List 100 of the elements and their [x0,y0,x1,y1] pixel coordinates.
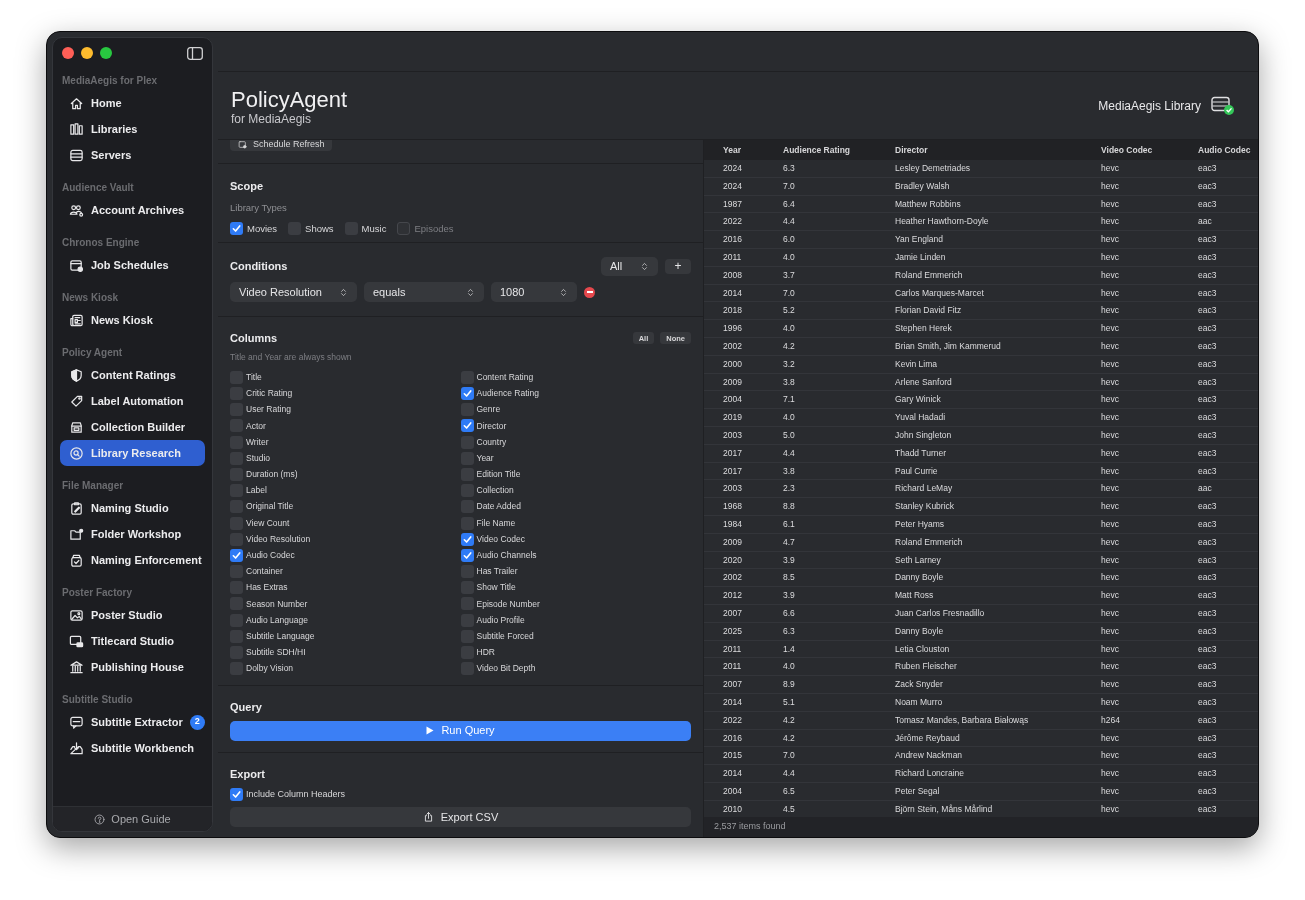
sidebar-item[interactable]: Poster Studio [60,602,205,628]
sidebar-item[interactable]: Library Research [60,440,205,466]
checkbox-label: Audience Rating [476,387,539,400]
table-cell-text: eac3 [1198,802,1218,816]
table-cell-text: eac3 [1198,428,1218,442]
sidebar-toggle-icon[interactable] [187,46,203,60]
remove-button[interactable] [584,286,595,298]
sidebar-item[interactable]: Subtitle Workbench [60,735,205,761]
table-cell-text: Jamie Linden [895,251,947,264]
checkbox-label: Studio [246,451,271,465]
checkbox[interactable] [460,419,474,433]
table-cell-text: Thadd Turner [895,446,948,460]
checkbox[interactable] [460,387,474,401]
section-title: Export [230,767,266,782]
column-header[interactable]: Director [895,143,1101,157]
value-select[interactable]: 1080 [491,282,577,302]
checkbox-label: Edition Title [476,468,521,481]
sidebar-item[interactable]: Collection Builder [60,414,205,440]
table-cell-text: Roland Emmerich [895,535,964,549]
table-cell-text: 2015 [723,749,743,763]
checkbox-label: View Count [246,516,290,530]
table-cell-text: John Singleton [895,428,953,442]
section-title: Scope [230,179,264,194]
table-cell-text: 1984 [723,517,743,531]
table-cell-text: eac3 [1198,197,1218,211]
sidebar-item[interactable]: Label Automation [60,388,205,414]
column-header[interactable]: Audio Codec [1198,143,1258,157]
column-header[interactable]: Year [723,143,783,157]
checkbox[interactable] [230,548,243,562]
table-cell-text: hevc [1101,767,1120,780]
column-header[interactable]: Audience Rating [783,143,895,157]
sidebar-item[interactable]: Titlecard Studio [60,628,205,654]
checkbox[interactable] [460,532,474,546]
table-cell-text: 2009 [723,535,743,549]
folder-icon [69,526,84,542]
close-button[interactable] [62,47,74,59]
sidebar-item[interactable]: News Kiosk [60,307,205,333]
schedule-refresh-button[interactable]: Schedule Refresh [230,140,332,151]
zoom-button[interactable] [100,47,112,59]
match-select[interactable]: All [601,257,658,276]
sidebar-item[interactable]: Publishing House [60,654,205,680]
table-cell-text: hevc [1101,375,1120,389]
table-cell-text: Heather Hawthorn-Doyle [895,215,990,229]
checkbox-label: Audio Channels [476,549,537,562]
checkbox-label: Title [246,370,262,384]
table-cell-text: Matt Ross [895,589,935,602]
table-cell-text: 7.1 [783,393,796,407]
section-title: Conditions [230,259,288,275]
table-cell-text: hevc [1101,322,1120,335]
checkbox-label: Audio Codec [246,549,295,562]
table-cell-text: Richard LeMay [895,482,954,496]
operator-select[interactable]: equals [364,282,484,302]
sidebar-item[interactable]: Libraries [60,116,205,142]
table-cell-text: Peter Segal [895,784,941,798]
checkbox-label: Has Trailer [476,565,518,578]
checkbox-label: Original Title [246,500,294,514]
sidebar-item[interactable]: Naming Studio [60,495,205,521]
sidebar-item[interactable]: Servers [60,142,205,168]
library-name: MediaAegis Library [1098,98,1201,115]
checkbox[interactable] [230,222,243,236]
table-cell-text: 4.2 [783,713,796,727]
add-condition-button[interactable]: + [665,259,691,274]
minimize-button[interactable] [81,47,93,59]
display-icon [69,633,84,649]
table-cell-text: 2016 [723,731,743,745]
table-cell-text: 2012 [723,589,743,602]
sidebar-item[interactable]: Account Archives [60,197,205,223]
checkbox[interactable] [460,548,474,562]
page-subtitle: for MediaAegis [231,112,313,126]
sidebar-item[interactable]: Job Schedules [60,252,205,278]
table-cell-text: eac3 [1198,589,1218,602]
table-cell-text: 2014 [723,286,743,300]
checkbox-label: Director [476,419,507,433]
table-cell-text: Noam Murro [895,695,944,709]
table-cell-text: eac3 [1198,304,1218,318]
chevrons-icon [339,286,348,298]
sidebar-item[interactable]: Content Ratings [60,362,205,388]
column-header[interactable]: Video Codec [1101,143,1198,157]
table-cell-text: 1987 [723,197,743,211]
run-query-button[interactable]: Run Query [230,720,691,741]
table-cell-text: eac3 [1198,322,1218,335]
checkbox-label: Subtitle Language [246,629,315,643]
help-icon [94,813,106,825]
table-cell-text: 2019 [723,411,743,424]
field-select[interactable]: Video Resolution [230,282,357,302]
export-csv-button[interactable]: Export CSV [230,807,691,827]
table-cell-text: Yuval Hadadi [895,411,947,424]
table-cell-text: 4.0 [783,322,796,335]
section-header: File Manager [61,479,125,493]
server-check-icon[interactable] [1211,96,1235,116]
table-cell-text: hevc [1101,411,1120,424]
table-cell-text: 6.4 [783,197,796,211]
sidebar-item[interactable]: Subtitle Extractor 2 [60,709,205,735]
table-cell-text: eac3 [1198,500,1218,513]
sidebar-item[interactable]: Folder Workshop [60,521,205,547]
sidebar-item[interactable]: Home [60,90,205,116]
table-cell-text: Lesley Demetriades [895,162,972,175]
checkbox[interactable] [230,787,243,801]
table-cell-text: 2002 [723,340,743,353]
sidebar-item[interactable]: Naming Enforcement [60,547,205,573]
